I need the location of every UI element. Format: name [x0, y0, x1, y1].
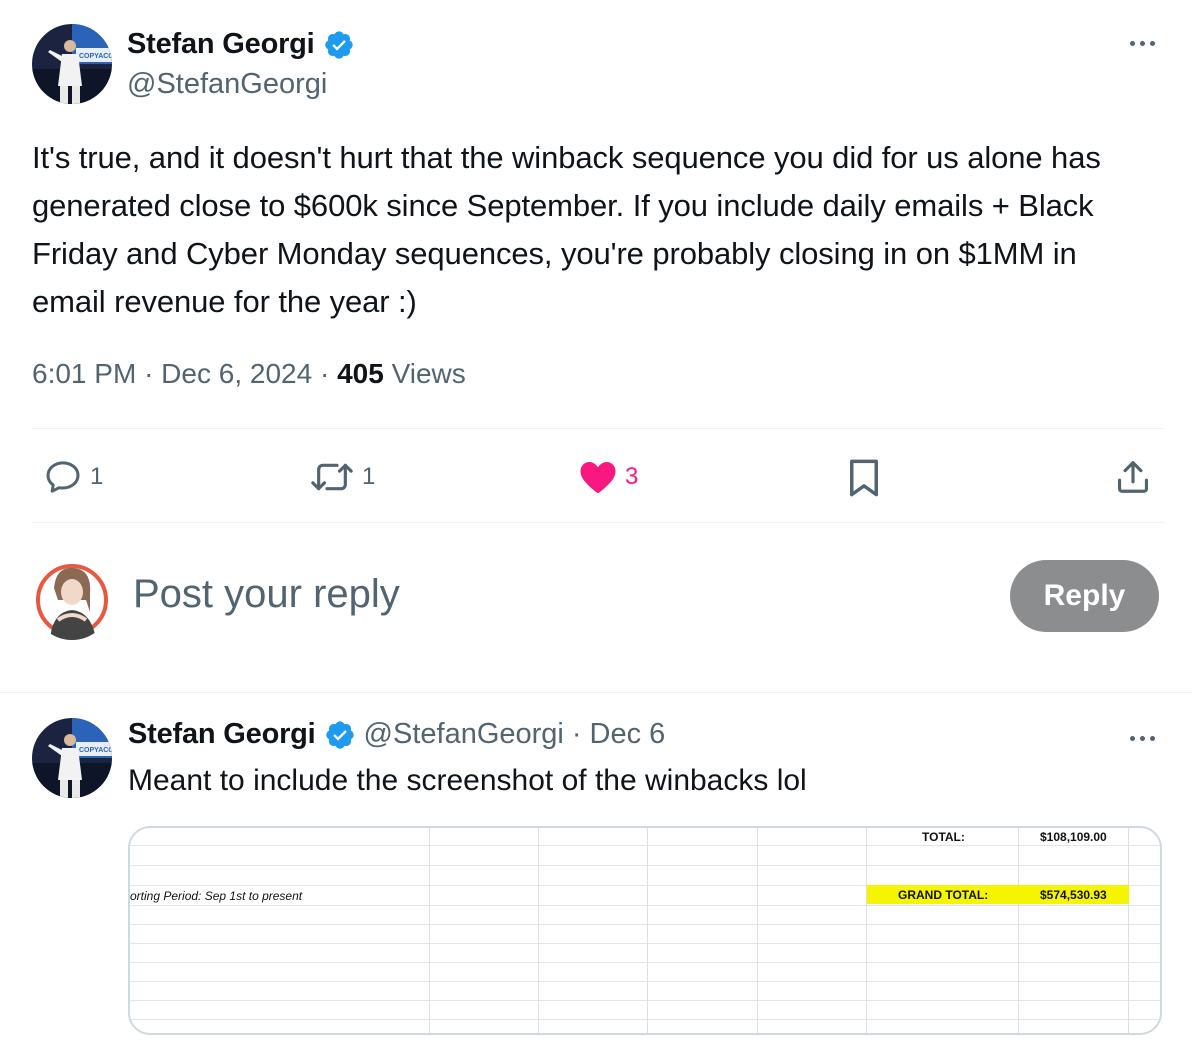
reply-tweet-text: Meant to include the screenshot of the w…	[128, 764, 807, 797]
tweet-date[interactable]: Dec 6, 2024	[161, 358, 312, 389]
current-user-avatar[interactable]	[32, 560, 112, 640]
grid-line	[866, 828, 867, 1033]
total-value: $108,109.00	[1040, 830, 1107, 844]
grid-line	[130, 845, 1160, 846]
like-count: 3	[625, 463, 639, 490]
share-action-button[interactable]	[1114, 457, 1152, 497]
reply-author-name[interactable]: Stefan Georgi	[128, 718, 316, 751]
grid-line	[1018, 828, 1019, 1033]
author-handle[interactable]: @StefanGeorgi	[127, 68, 327, 101]
grand-total-label: GRAND TOTAL:	[898, 888, 989, 902]
tweet-text: It's true, and it doesn't hurt that the …	[32, 140, 1101, 319]
heart-icon	[580, 462, 616, 493]
meta-separator: ·	[319, 358, 330, 389]
svg-text:COPYACC: COPYACC	[79, 53, 112, 60]
spreadsheet-image[interactable]: TOTAL: $108,109.00 orting Period: Sep 1s…	[128, 826, 1162, 1035]
verified-badge-icon	[324, 30, 353, 59]
grid-line	[130, 962, 1160, 963]
reply-header: Stefan Georgi @StefanGeorgi · Dec 6	[128, 718, 665, 751]
total-label: TOTAL:	[922, 830, 965, 844]
reply-more-options-icon[interactable]	[1130, 736, 1155, 741]
reply-date[interactable]: Dec 6	[590, 718, 666, 751]
grand-total-value: $574,530.93	[1040, 888, 1107, 902]
reply-icon	[46, 461, 80, 493]
svg-text:COPYACC: COPYACC	[79, 747, 112, 754]
repost-action-button[interactable]: 1	[308, 457, 375, 497]
grid-line	[647, 828, 648, 1033]
grid-line	[130, 905, 1160, 906]
grid-line	[130, 1000, 1160, 1001]
repost-icon	[311, 463, 353, 491]
reply-author-handle[interactable]: @StefanGeorgi	[364, 718, 564, 751]
grid-line	[538, 828, 539, 1033]
reply-action-button[interactable]: 1	[42, 457, 103, 497]
bookmark-action-button[interactable]	[846, 457, 882, 499]
reply-separator: ·	[571, 718, 582, 750]
tweet-meta: 6:01 PM · Dec 6, 2024 · 405 Views	[32, 358, 466, 390]
like-action-button[interactable]: 3	[577, 457, 638, 497]
reply-button[interactable]: Reply	[1010, 560, 1159, 632]
grid-line	[1128, 828, 1129, 1033]
grid-line	[130, 981, 1160, 982]
grid-line	[130, 865, 1160, 866]
reply-author-avatar[interactable]: COPYACC	[32, 718, 112, 798]
reporting-period-label: orting Period: Sep 1st to present	[130, 889, 303, 903]
divider	[0, 692, 1192, 693]
bookmark-icon	[850, 459, 878, 497]
author-avatar[interactable]: COPYACC	[32, 24, 112, 104]
author-name-text[interactable]: Stefan Georgi	[127, 28, 315, 61]
meta-separator: ·	[144, 358, 154, 389]
verified-badge-icon	[325, 720, 354, 749]
grid-line	[130, 943, 1160, 944]
tweet-time[interactable]: 6:01 PM	[32, 358, 136, 389]
views-label: Views	[391, 358, 466, 389]
grid-line	[429, 828, 430, 1033]
grid-line	[130, 924, 1160, 925]
reply-input[interactable]: Post your reply	[133, 572, 400, 617]
author-name[interactable]: Stefan Georgi	[127, 28, 355, 61]
views-count: 405	[337, 358, 384, 389]
repost-count: 1	[362, 463, 376, 490]
share-icon	[1117, 461, 1149, 493]
divider	[32, 428, 1164, 429]
divider	[32, 522, 1164, 523]
grid-line	[130, 1019, 1160, 1020]
reply-count: 1	[90, 463, 104, 490]
grid-line	[757, 828, 758, 1033]
more-options-icon[interactable]	[1130, 41, 1155, 46]
